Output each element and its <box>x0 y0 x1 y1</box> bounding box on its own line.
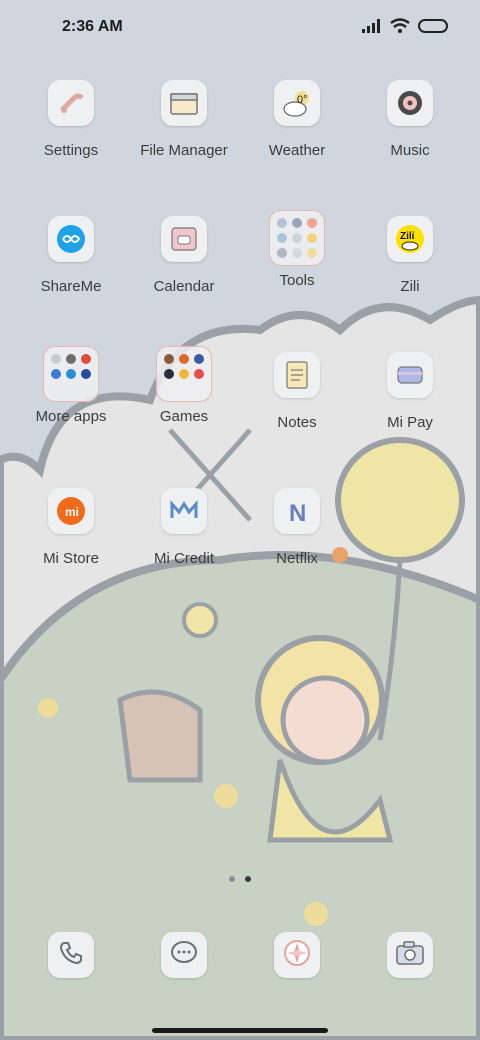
notes-icon <box>274 352 320 398</box>
weather-icon: 0° <box>274 80 320 126</box>
dock-camera[interactable] <box>387 932 433 978</box>
app-music[interactable]: Music <box>353 80 467 200</box>
mi-credit-icon <box>161 488 207 534</box>
netflix-icon: N <box>274 488 320 534</box>
app-zili[interactable]: Zili Zili <box>353 216 467 336</box>
app-notes[interactable]: Notes <box>240 352 354 472</box>
camera-icon <box>395 940 425 971</box>
app-weather[interactable]: 0° Weather <box>240 80 354 200</box>
app-file-manager[interactable]: File Manager <box>127 80 241 200</box>
app-more-apps-folder[interactable]: More apps <box>14 346 128 466</box>
settings-icon <box>48 80 94 126</box>
status-time: 2:36 AM <box>62 18 123 35</box>
zili-badge: Zili <box>400 231 415 242</box>
app-mi-credit[interactable]: Mi Credit <box>127 488 241 608</box>
zili-icon: Zili <box>387 216 433 262</box>
app-label: More apps <box>35 408 107 425</box>
home-indicator[interactable] <box>152 1028 328 1033</box>
wifi-icon <box>390 18 410 33</box>
file-manager-icon <box>161 80 207 126</box>
app-label: Notes <box>277 414 317 431</box>
page-indicator <box>0 876 480 882</box>
signal-icon <box>362 19 380 33</box>
more-apps-folder-icon <box>43 346 99 402</box>
app-label: Mi Store <box>43 550 99 567</box>
page-dot-active[interactable] <box>245 876 251 882</box>
app-label: Mi Pay <box>387 414 433 431</box>
games-folder-icon <box>156 346 212 402</box>
app-netflix[interactable]: N Netflix <box>240 488 354 608</box>
status-icons <box>362 18 450 34</box>
phone-icon <box>58 940 84 971</box>
app-label: Zili <box>400 278 420 295</box>
app-label: File Manager <box>140 142 228 159</box>
mi-pay-icon <box>387 352 433 398</box>
app-label: Netflix <box>276 550 318 567</box>
app-label: Games <box>159 408 209 425</box>
dock-phone[interactable] <box>48 932 94 978</box>
dock-messages[interactable] <box>161 932 207 978</box>
app-mi-store[interactable]: mi Mi Store <box>14 488 128 608</box>
app-label: Settings <box>43 142 99 159</box>
browser-icon <box>283 939 311 972</box>
app-label: Mi Credit <box>153 550 214 567</box>
dock-browser[interactable] <box>274 932 320 978</box>
app-label: Tools <box>279 272 315 289</box>
page-dot[interactable] <box>229 876 235 882</box>
app-label: Calendar <box>153 278 215 295</box>
app-mi-pay[interactable]: Mi Pay <box>353 352 467 472</box>
bear-drawing <box>117 689 203 783</box>
app-label: Weather <box>268 142 326 159</box>
app-label: ShareMe <box>40 278 102 295</box>
app-games-folder[interactable]: Games <box>127 346 241 466</box>
app-label: Music <box>390 142 430 159</box>
calendar-icon <box>161 216 207 262</box>
status-bar: 2:36 AM <box>0 0 480 56</box>
app-tools-folder[interactable]: Tools <box>240 210 354 330</box>
app-calendar[interactable]: Calendar <box>127 216 241 336</box>
shareme-icon <box>48 216 94 262</box>
netflix-badge: N <box>289 500 306 526</box>
weather-temp: 0° <box>297 94 308 106</box>
music-icon <box>387 80 433 126</box>
tools-folder-icon <box>269 210 325 266</box>
app-shareme[interactable]: ShareMe <box>14 216 128 336</box>
battery-icon <box>418 19 448 33</box>
app-settings[interactable]: Settings <box>14 80 128 200</box>
mi-store-icon: mi <box>48 488 94 534</box>
mi-store-badge: mi <box>65 505 79 519</box>
messages-icon <box>170 940 198 971</box>
